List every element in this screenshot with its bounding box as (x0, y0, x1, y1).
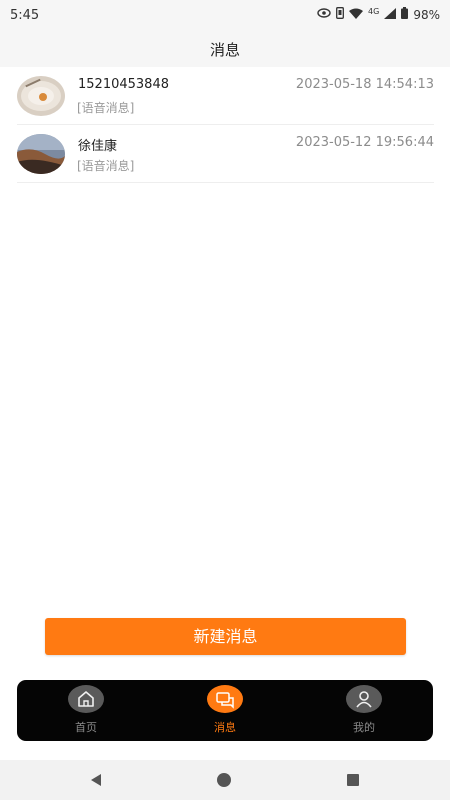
back-icon[interactable] (88, 772, 106, 788)
new-message-button[interactable]: 新建消息 (45, 618, 406, 655)
message-sender: 徐佳康 (78, 139, 118, 154)
message-preview: [语音消息] (77, 159, 135, 173)
tab-home-label: 首页 (75, 721, 97, 734)
message-time: 2023-05-18 14:54:13 (295, 77, 434, 92)
tab-messages[interactable]: 消息 (156, 680, 294, 741)
tab-messages-label: 消息 (214, 721, 236, 734)
system-nav-bar (0, 760, 450, 800)
network-type: 4G (368, 7, 380, 16)
avatar (17, 134, 65, 174)
chat-icon (207, 685, 243, 713)
tab-profile-label: 我的 (353, 721, 375, 734)
home-circle-icon[interactable] (216, 772, 234, 788)
battery-percent: 98% (413, 8, 440, 22)
home-icon (68, 685, 104, 713)
eye-icon (317, 8, 331, 22)
page-header: 消息 (0, 33, 450, 67)
message-list: 15210453848 [语音消息] 2023-05-18 14:54:13 徐… (0, 67, 450, 183)
message-preview: [语音消息] (77, 101, 135, 115)
status-bar: 5:45 4G 98% (0, 0, 450, 33)
user-icon (346, 685, 382, 713)
battery-icon (401, 7, 409, 23)
message-item[interactable]: 15210453848 [语音消息] 2023-05-18 14:54:13 (17, 67, 434, 125)
status-icons: 4G 98% (317, 7, 440, 23)
message-item[interactable]: 徐佳康 [语音消息] 2023-05-12 19:56:44 (17, 125, 434, 183)
wifi-icon (349, 8, 364, 23)
tab-profile[interactable]: 我的 (295, 680, 433, 741)
message-sender: 15210453848 (78, 77, 169, 92)
sim-icon (336, 7, 344, 23)
signal-icon (384, 7, 397, 23)
page-title: 消息 (209, 41, 240, 59)
tab-home[interactable]: 首页 (17, 680, 155, 741)
status-time: 5:45 (10, 8, 40, 23)
recents-icon[interactable] (345, 772, 363, 788)
message-time: 2023-05-12 19:56:44 (295, 135, 434, 150)
avatar (17, 76, 65, 116)
bottom-tab-bar: 首页 消息 我的 (17, 680, 433, 741)
